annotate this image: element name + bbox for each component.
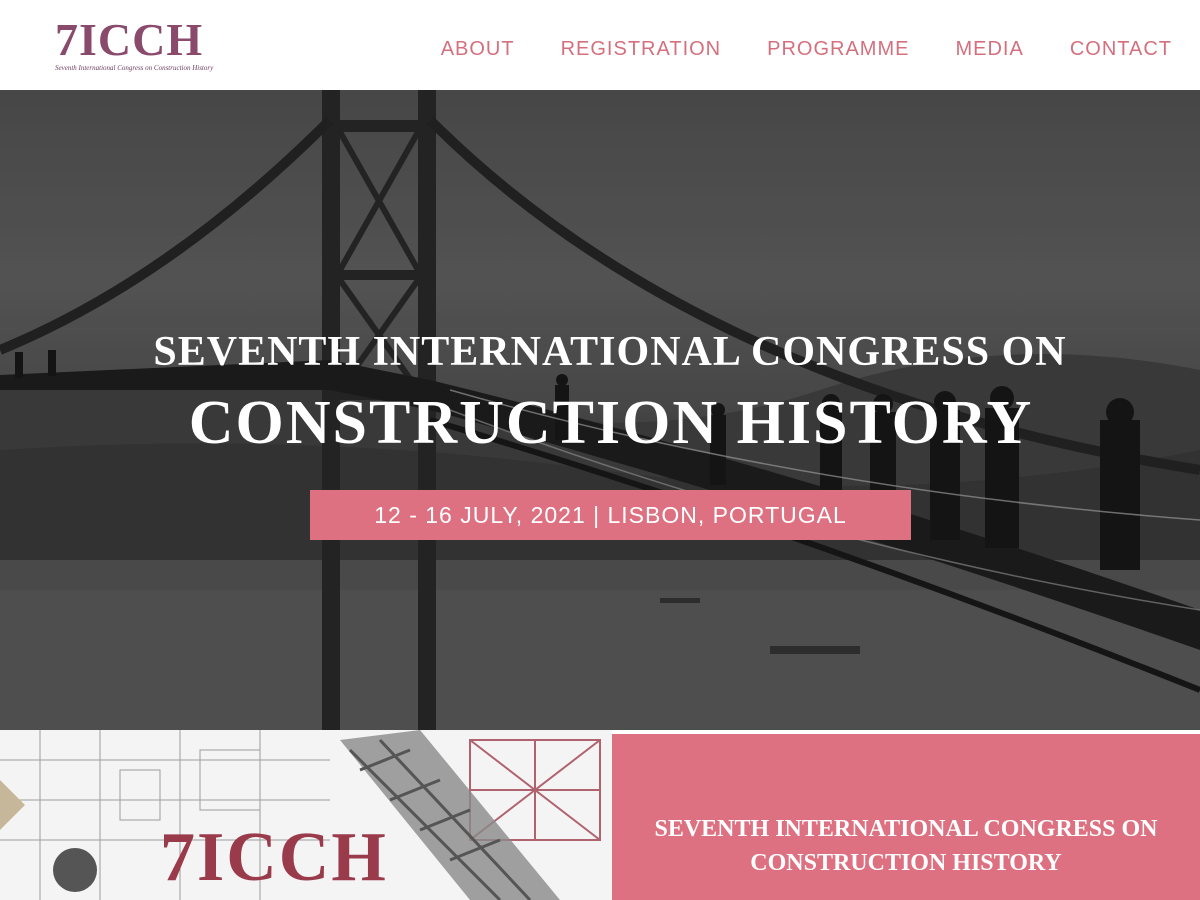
panel-heading: SEVENTH INTERNATIONAL CONGRESS ON CONSTR… — [654, 816, 1158, 876]
hero-title-line1: SEVENTH INTERNATIONAL CONGRESS ON — [153, 329, 1067, 375]
site-logo[interactable]: 7ICCH Seventh International Congress on … — [55, 14, 235, 76]
congress-panel: SEVENTH INTERNATIONAL CONGRESS ON CONSTR… — [612, 734, 1200, 900]
hero-banner: SEVENTH INTERNATIONAL CONGRESS ON CONSTR… — [0, 90, 1200, 730]
nav-about[interactable]: ABOUT — [441, 36, 515, 62]
nav-programme[interactable]: PROGRAMME — [767, 36, 909, 62]
nav-media[interactable]: MEDIA — [955, 36, 1023, 62]
logo-subtitle: Seventh International Congress on Constr… — [55, 64, 214, 72]
promo-image: 7ICCH — [0, 730, 612, 900]
promo-logo: 7ICCH — [160, 819, 388, 896]
hero-title-line2: CONSTRUCTION HISTORY — [188, 389, 1034, 457]
site-header: 7ICCH Seventh International Congress on … — [0, 0, 1200, 90]
intro-section: 7ICCH SEVENTH INTERNATIONAL CONGRESS ON … — [0, 730, 1200, 900]
logo-text: 7ICCH — [55, 14, 204, 65]
nav-contact[interactable]: CONTACT — [1070, 36, 1172, 62]
date-location-badge: 12 - 16 JULY, 2021 | LISBON, PORTUGAL — [310, 490, 911, 540]
main-nav: ABOUT REGISTRATION PROGRAMME MEDIA CONTA… — [441, 36, 1172, 62]
nav-registration[interactable]: REGISTRATION — [561, 36, 722, 62]
